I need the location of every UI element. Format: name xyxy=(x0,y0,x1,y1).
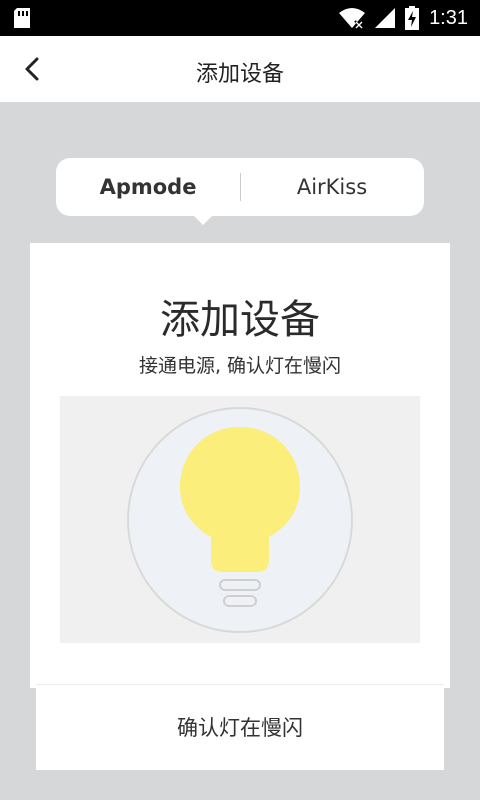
tab-airkiss[interactable]: AirKiss xyxy=(240,158,424,216)
confirm-button[interactable]: 确认灯在慢闪 xyxy=(36,684,444,770)
illustration xyxy=(60,396,420,643)
sd-card-icon xyxy=(14,8,30,28)
card-heading: 添加设备 xyxy=(160,297,320,343)
battery-charging-icon xyxy=(405,6,420,30)
tab-apmode[interactable]: Apmode xyxy=(56,158,240,216)
tab-pointer xyxy=(192,214,214,225)
light-bulb-icon xyxy=(127,407,353,633)
wifi-icon xyxy=(339,8,366,29)
signal-icon xyxy=(375,8,396,28)
clock: 1:31 xyxy=(429,6,468,29)
instruction-card: 添加设备 接通电源, 确认灯在慢闪 xyxy=(30,243,450,688)
card-instruction: 接通电源, 确认灯在慢闪 xyxy=(138,355,342,377)
page-title: 添加设备 xyxy=(195,62,284,87)
mode-tabs: Apmode AirKiss xyxy=(56,158,424,225)
app-bar: 添加设备 xyxy=(0,36,480,102)
status-bar: 1:31 xyxy=(0,0,480,36)
